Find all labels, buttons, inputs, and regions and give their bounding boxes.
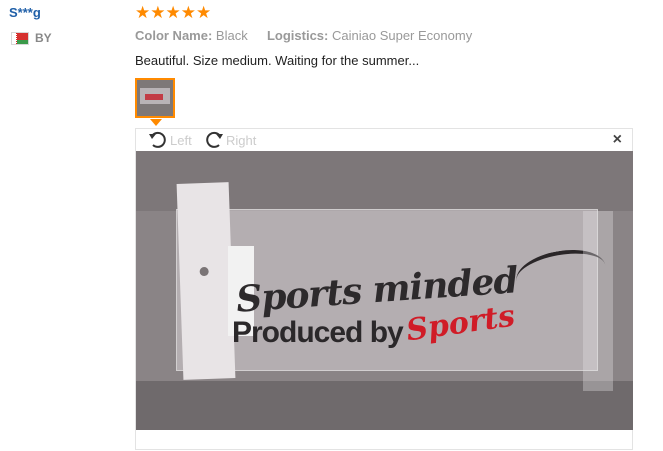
star-rating: ★ ★ ★ ★ ★ — [135, 4, 211, 22]
country-code: BY — [35, 31, 52, 45]
star-icon: ★ — [180, 3, 196, 22]
star-icon: ★ — [196, 3, 212, 22]
sticker-text-black: Produced by — [232, 316, 404, 349]
star-icon: ★ — [165, 3, 181, 22]
close-icon[interactable]: × — [613, 131, 622, 149]
star-icon: ★ — [135, 3, 151, 22]
rotate-right-icon — [206, 131, 223, 148]
logistics-value: Cainiao Super Economy — [332, 28, 473, 43]
rotate-right-button[interactable]: Right — [204, 130, 256, 150]
rotate-right-label: Right — [226, 132, 257, 148]
review-photo-thumbnail[interactable] — [135, 78, 175, 118]
belarus-flag-icon — [11, 31, 29, 45]
logistics-label: Logistics: — [266, 28, 329, 43]
hanger-strip — [176, 182, 236, 380]
viewer-toolbar: Left Right × — [136, 129, 632, 151]
review-photo: Sports minded Produced by Sports — [136, 151, 633, 430]
color-label: Color Name: — [135, 28, 213, 43]
star-icon: ★ — [150, 3, 166, 22]
thumbnail-pointer — [150, 119, 162, 126]
color-value: Black — [215, 28, 248, 43]
reviewer-name[interactable]: S***g — [9, 5, 41, 20]
review-attributes: Color Name: Black Logistics: Cainiao Sup… — [135, 28, 472, 43]
reviewer-country: BY — [11, 31, 52, 45]
rotate-left-icon — [149, 131, 166, 148]
rotate-left-button[interactable]: Left — [148, 130, 192, 150]
rotate-left-label: Left — [170, 132, 192, 148]
photo-viewer: Left Right × Sports minded Produced by S… — [135, 128, 633, 450]
review-text: Beautiful. Size medium. Waiting for the … — [135, 53, 420, 68]
